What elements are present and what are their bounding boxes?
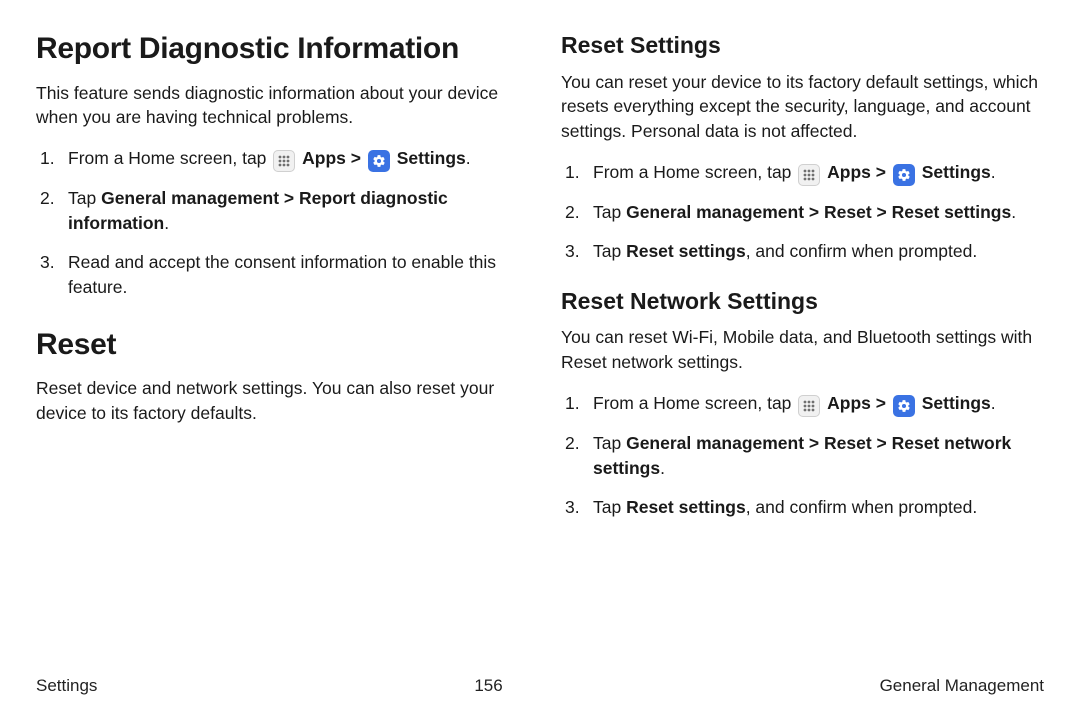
period: . [991, 393, 996, 413]
settings-icon [893, 164, 915, 186]
page-footer: Settings 156 General Management [36, 676, 1044, 696]
steps-reset-network: From a Home screen, tap Apps > Settings.… [561, 391, 1044, 520]
settings-label: Settings [922, 162, 991, 182]
period: . [1011, 202, 1016, 222]
apps-icon [798, 164, 820, 186]
intro-reset-settings: You can reset your device to its factory… [561, 70, 1044, 145]
sep: > [871, 162, 891, 182]
step-text: Tap [593, 433, 626, 453]
step-1: From a Home screen, tap Apps > Settings. [561, 160, 1044, 186]
step-text: From a Home screen, tap [593, 162, 796, 182]
heading-report-diagnostic: Report Diagnostic Information [36, 32, 519, 67]
apps-label: Apps [302, 148, 346, 168]
step-2: Tap General management > Reset > Reset s… [561, 200, 1044, 225]
heading-reset-network: Reset Network Settings [561, 288, 1044, 316]
apps-icon [273, 150, 295, 172]
sep: > [346, 148, 366, 168]
apps-label: Apps [827, 393, 871, 413]
step-2: Tap General management > Reset > Reset n… [561, 431, 1044, 481]
step-post: , and confirm when prompted. [746, 241, 978, 261]
settings-label: Settings [922, 393, 991, 413]
step-text: Tap [593, 202, 626, 222]
steps-report-diagnostic: From a Home screen, tap Apps > Settings.… [36, 146, 519, 299]
steps-reset-settings: From a Home screen, tap Apps > Settings.… [561, 160, 1044, 264]
period: . [466, 148, 471, 168]
intro-report-diagnostic: This feature sends diagnostic informatio… [36, 81, 519, 131]
step-bold: General management > Reset > Reset netwo… [593, 433, 1011, 478]
right-column: Reset Settings You can reset your device… [561, 32, 1044, 544]
step-text: Tap [68, 188, 101, 208]
step-bold: General management > Reset > Reset setti… [626, 202, 1011, 222]
apps-label: Apps [827, 162, 871, 182]
left-column: Report Diagnostic Information This featu… [36, 32, 519, 544]
intro-reset-network: You can reset Wi-Fi, Mobile data, and Bl… [561, 325, 1044, 375]
settings-icon [893, 395, 915, 417]
heading-reset: Reset [36, 328, 519, 363]
step-text: From a Home screen, tap [68, 148, 271, 168]
period: . [164, 213, 169, 233]
step-bold: Reset settings [626, 241, 746, 261]
step-3: Tap Reset settings, and confirm when pro… [561, 239, 1044, 264]
footer-left: Settings [36, 676, 97, 696]
footer-page-number: 156 [474, 676, 502, 696]
step-3: Read and accept the consent information … [36, 250, 519, 300]
period: . [660, 458, 665, 478]
step-1: From a Home screen, tap Apps > Settings. [36, 146, 519, 172]
intro-reset: Reset device and network settings. You c… [36, 376, 519, 426]
step-1: From a Home screen, tap Apps > Settings. [561, 391, 1044, 417]
step-2: Tap General management > Report diagnost… [36, 186, 519, 236]
footer-right: General Management [880, 676, 1044, 696]
settings-icon [368, 150, 390, 172]
step-text: Tap [593, 241, 626, 261]
period: . [991, 162, 996, 182]
settings-label: Settings [397, 148, 466, 168]
step-3: Tap Reset settings, and confirm when pro… [561, 495, 1044, 520]
step-text: From a Home screen, tap [593, 393, 796, 413]
heading-reset-settings: Reset Settings [561, 32, 1044, 60]
sep: > [871, 393, 891, 413]
step-post: , and confirm when prompted. [746, 497, 978, 517]
step-bold: Reset settings [626, 497, 746, 517]
step-text: Tap [593, 497, 626, 517]
step-bold: General management > Report diagnostic i… [68, 188, 448, 233]
apps-icon [798, 395, 820, 417]
